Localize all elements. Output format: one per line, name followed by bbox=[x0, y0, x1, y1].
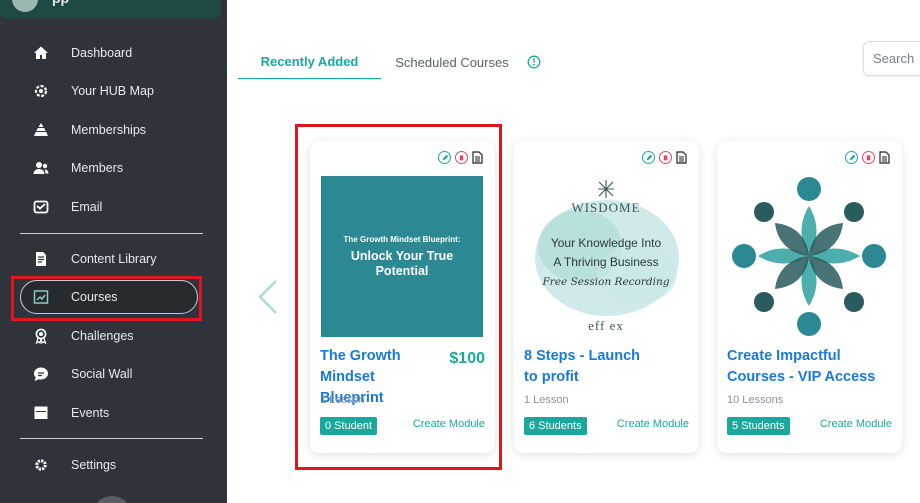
thumbnail-line-2: A Thriving Business bbox=[553, 255, 659, 269]
create-module-link[interactable]: Create Module bbox=[617, 418, 689, 430]
gear-map-icon bbox=[33, 83, 49, 99]
course-title[interactable]: Create Impactful Courses - VIP Access bbox=[727, 346, 892, 388]
sidebar-item-content-library[interactable]: Content Library bbox=[0, 241, 227, 277]
carousel-prev-icon[interactable] bbox=[256, 279, 280, 315]
sidebar-item-label: Social Wall bbox=[71, 367, 133, 381]
delete-icon[interactable] bbox=[862, 151, 875, 164]
courses-annotation-box bbox=[11, 276, 202, 321]
thumbnail-line-1: Your Knowledge Into bbox=[550, 236, 662, 250]
student-count-badge[interactable]: 6 Students bbox=[524, 417, 587, 435]
award-icon bbox=[33, 328, 49, 344]
users-icon bbox=[33, 160, 49, 176]
copy-document-icon[interactable] bbox=[879, 151, 890, 164]
app-name: pp bbox=[52, 0, 69, 6]
thumbnail-script-text: Free Session Recording bbox=[542, 276, 670, 288]
sidebar-item-label: Members bbox=[71, 161, 124, 175]
search-input[interactable] bbox=[864, 42, 920, 75]
course-thumbnail[interactable]: WISDOME Your Knowledge Into A Thriving B… bbox=[525, 176, 687, 337]
thumbnail-signature: eff ex bbox=[588, 318, 624, 333]
sidebar-item-memberships[interactable]: Memberships bbox=[0, 112, 227, 148]
sidebar-item-events[interactable]: Events bbox=[0, 395, 227, 431]
search-box[interactable] bbox=[863, 41, 920, 76]
info-icon[interactable] bbox=[527, 55, 541, 69]
lesson-count: 10 Lessons bbox=[727, 394, 784, 406]
sidebar-divider bbox=[20, 438, 203, 439]
sidebar-item-label: Events bbox=[71, 406, 110, 420]
people-circle-logo-image bbox=[732, 177, 886, 336]
sidebar-item-label: Email bbox=[71, 200, 103, 214]
card-actions bbox=[845, 151, 890, 164]
copy-document-icon[interactable] bbox=[676, 151, 687, 164]
document-icon bbox=[33, 251, 49, 267]
sidebar-item-label: Memberships bbox=[71, 123, 147, 137]
sidebar-item-members[interactable]: Members bbox=[0, 150, 227, 186]
chat-bubble-icon bbox=[33, 366, 49, 382]
sidebar-item-label: Content Library bbox=[71, 252, 157, 266]
course-card[interactable]: Create Impactful Courses - VIP Access 10… bbox=[717, 141, 902, 453]
pyramid-icon bbox=[33, 122, 49, 138]
tabs-underline bbox=[238, 79, 381, 80]
app-logo bbox=[12, 0, 38, 12]
sidebar-item-label: Settings bbox=[71, 458, 117, 472]
sidebar-item-email[interactable]: Email bbox=[0, 189, 227, 225]
calendar-icon bbox=[33, 405, 49, 421]
home-icon bbox=[33, 45, 49, 61]
course-thumbnail[interactable] bbox=[728, 176, 890, 337]
course-annotation-box bbox=[295, 124, 502, 470]
delete-icon[interactable] bbox=[659, 151, 672, 164]
sidebar-item-label: Your HUB Map bbox=[71, 84, 154, 98]
tab-scheduled-courses[interactable]: Scheduled Courses bbox=[381, 44, 523, 80]
profile-avatar-partial[interactable] bbox=[92, 496, 132, 503]
settings-gear-icon bbox=[33, 457, 49, 473]
sidebar-item-dashboard[interactable]: Dashboard bbox=[0, 35, 227, 71]
sidebar-divider bbox=[20, 233, 203, 234]
create-module-link[interactable]: Create Module bbox=[820, 418, 892, 430]
sidebar-item-social-wall[interactable]: Social Wall bbox=[0, 356, 227, 392]
student-count-badge[interactable]: 5 Students bbox=[727, 417, 790, 435]
course-title[interactable]: 8 Steps - Launch to profit bbox=[524, 346, 644, 388]
lesson-count: 1 Lesson bbox=[524, 394, 569, 406]
thumbnail-brand: WISDOME bbox=[571, 200, 641, 215]
email-icon bbox=[33, 199, 49, 215]
course-card[interactable]: WISDOME Your Knowledge Into A Thriving B… bbox=[514, 141, 699, 453]
sidebar-item-label: Dashboard bbox=[71, 46, 133, 60]
sidebar: pp Dashboard Your HUB Map Memberships Me… bbox=[0, 0, 227, 503]
edit-icon[interactable] bbox=[642, 151, 655, 164]
sidebar-item-hub-map[interactable]: Your HUB Map bbox=[0, 73, 227, 109]
sidebar-item-challenges[interactable]: Challenges bbox=[0, 318, 227, 354]
card-actions bbox=[642, 151, 687, 164]
tab-recently-added[interactable]: Recently Added bbox=[238, 44, 381, 80]
app-header[interactable]: pp bbox=[0, 0, 221, 18]
sidebar-item-settings[interactable]: Settings bbox=[0, 447, 227, 483]
sidebar-item-label: Challenges bbox=[71, 329, 134, 343]
edit-icon[interactable] bbox=[845, 151, 858, 164]
